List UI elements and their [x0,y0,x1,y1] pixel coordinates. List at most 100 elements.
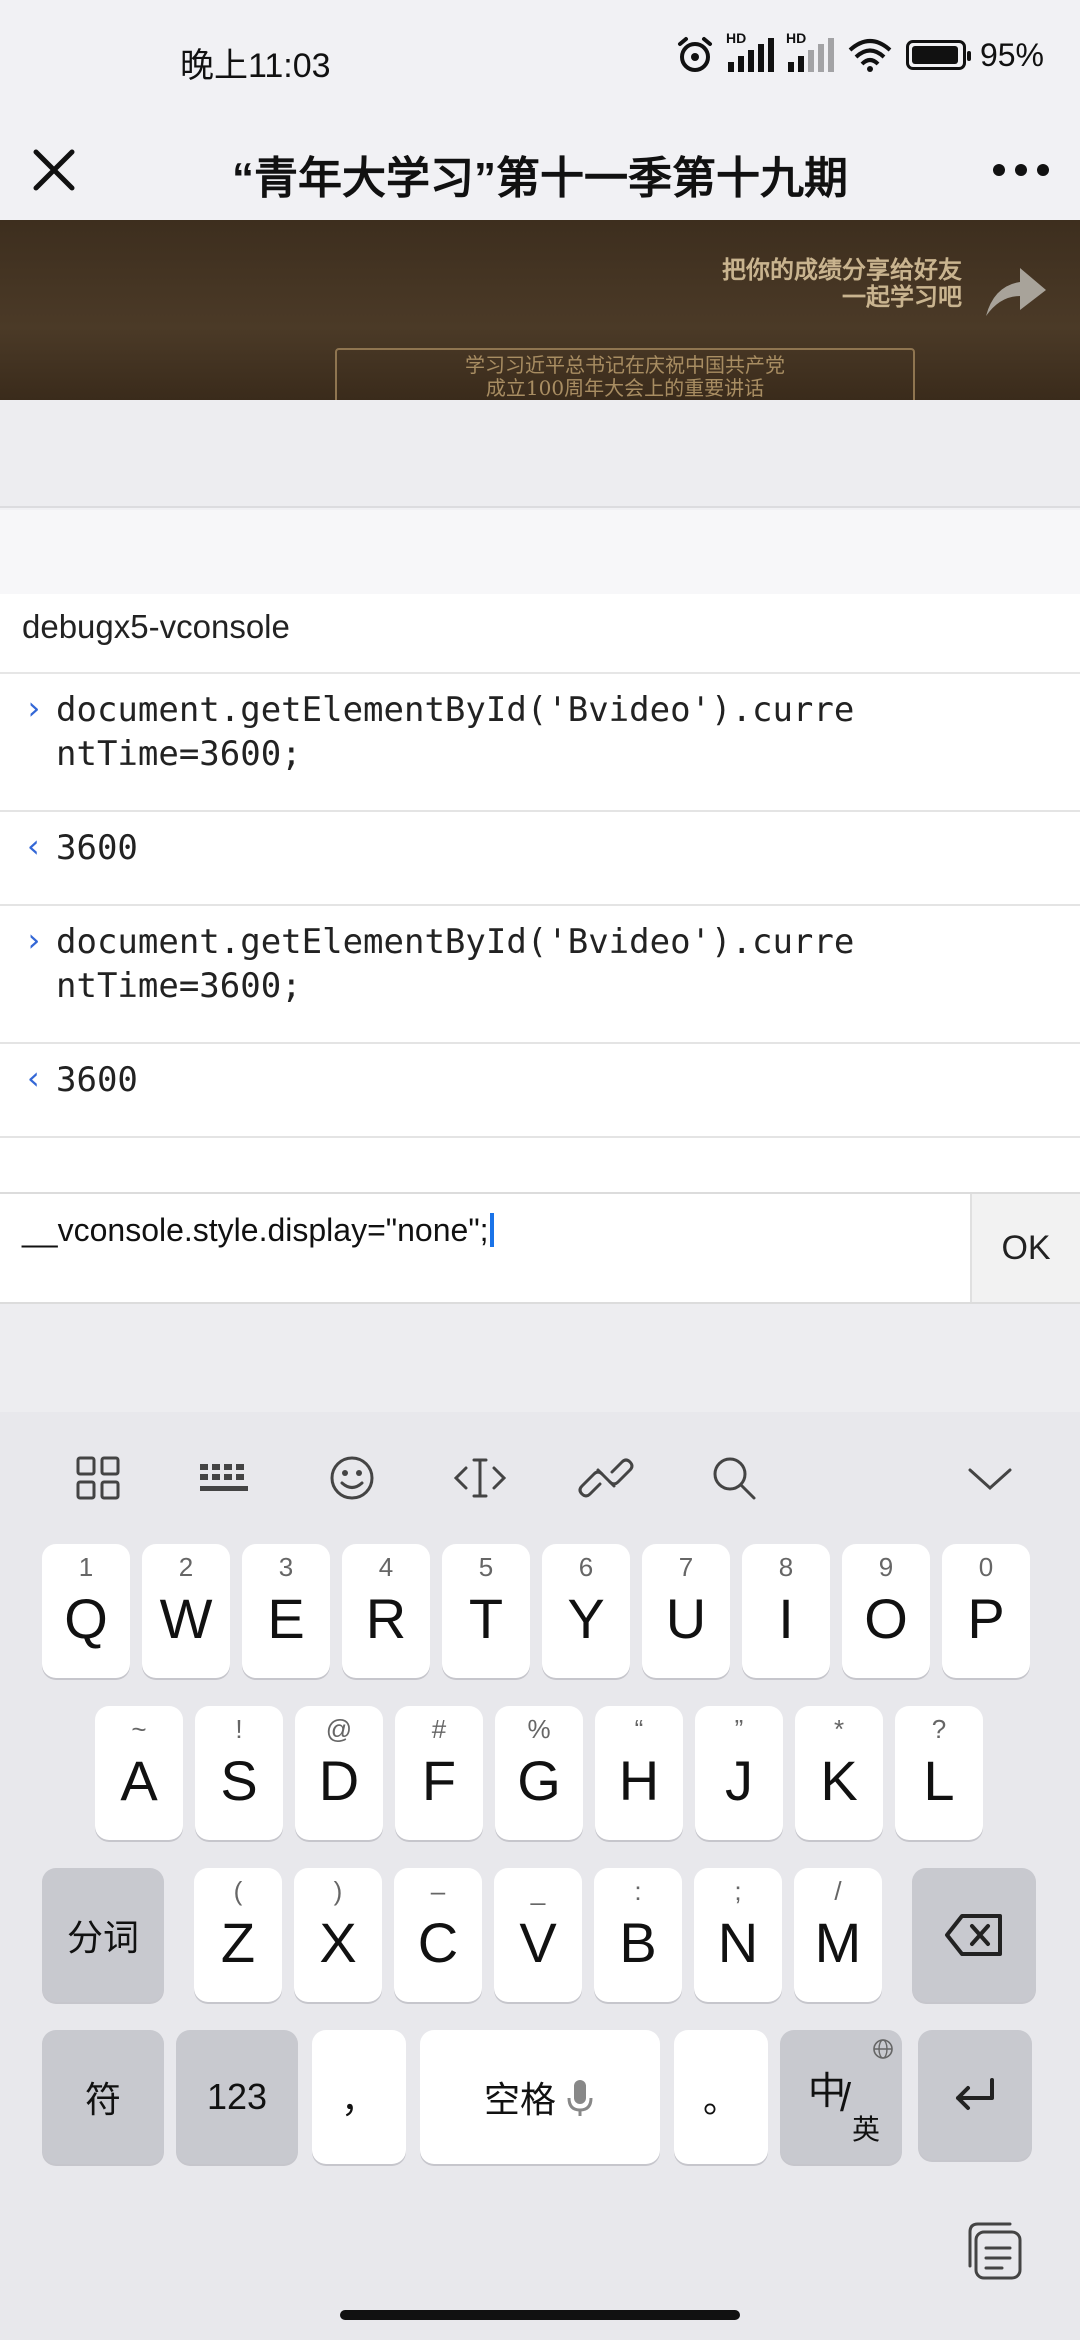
key-t[interactable]: 5T [442,1544,530,1678]
emoji-icon[interactable] [324,1450,380,1506]
comma-key[interactable]: ， [312,2030,406,2164]
soft-keyboard: 1Q2W3E4R5T6Y7U8I9O0P ~ A! S @ D # F% G “H” J * K? L … [0,1412,1080,2340]
key-a[interactable]: ~ A [95,1706,183,1840]
enter-icon [956,2078,994,2110]
key-letter: E [267,1587,305,1650]
more-icon[interactable] [986,140,1056,200]
key-letter: D [318,1749,360,1812]
command-caret-icon: › [24,921,44,959]
key-hint: 0 [978,1552,994,1582]
console-header-pad [0,510,1080,594]
signal-2-icon: HD [786,30,834,72]
key-m[interactable]: / M [794,1868,882,2002]
share-text: 把你的成绩分享给好友 一起学习吧 [722,255,962,311]
key-q[interactable]: 1Q [42,1544,130,1678]
key-letter: G [517,1749,561,1812]
battery-icon [905,40,971,70]
status-icons: HD HD 95% [676,30,1044,74]
key-hint: 5 [478,1552,494,1582]
key-s[interactable]: ! S [195,1706,283,1840]
key-letter: H [618,1749,660,1812]
key-p[interactable]: 0P [942,1544,1030,1678]
key-z[interactable]: (Z [194,1868,282,2002]
key-f[interactable]: # F [395,1706,483,1840]
key-hint: ” [734,1714,744,1744]
text-cursor [489,1213,494,1247]
microphone-icon[interactable] [566,2078,594,2118]
ok-button[interactable]: OK [970,1194,1080,1302]
key-c[interactable]: – C [394,1868,482,2002]
key-j[interactable]: ” J [695,1706,783,1840]
nav-bar: “青年大学习”第十一季第十九期 [0,120,1080,220]
console-title: debugx5-vconsole [0,594,1080,674]
key-letter: N [717,1911,759,1974]
key-l[interactable]: ? L [895,1706,983,1840]
key-letter: C [417,1911,459,1974]
key-letter: L [923,1749,955,1812]
log-row[interactable]: ‹ 3600 [0,812,1080,906]
keyboard-layout-icon[interactable] [196,1450,252,1506]
segment-key[interactable]: 分词 [42,1868,164,2002]
key-letter: T [468,1587,504,1650]
backspace-key[interactable] [912,1868,1036,2002]
key-o[interactable]: 9O [842,1544,930,1678]
close-icon[interactable] [24,140,84,200]
enter-key[interactable] [918,2030,1032,2160]
wifi-icon [848,39,892,72]
symbol-key[interactable]: 符 [42,2030,164,2164]
key-u[interactable]: 7U [642,1544,730,1678]
key-hint: “ [634,1714,644,1744]
key-y[interactable]: 6Y [542,1544,630,1678]
space-key[interactable]: 空格 [420,2030,660,2164]
grid-menu-icon[interactable] [70,1450,126,1506]
language-toggle-key[interactable]: 中 / 英 [780,2030,902,2164]
key-letter: S [220,1749,258,1812]
command-input[interactable]: __vconsole.style.display="none"; [22,1212,962,1252]
number-key[interactable]: 123 [176,2030,298,2164]
banner-quote: 学习习近平总书记在庆祝中国共产党 成立100周年大会上的重要讲话 [335,348,915,400]
key-letter: K [820,1749,858,1812]
key-i[interactable]: 8I [742,1544,830,1678]
key-v[interactable]: _ V [494,1868,582,2002]
share-banner[interactable]: 把你的成绩分享给好友 一起学习吧 学习习近平总书记在庆祝中国共产党 成立100周… [0,220,1080,400]
clipboard-icon[interactable] [962,2218,1028,2284]
key-k[interactable]: * K [795,1706,883,1840]
period-key[interactable]: 。 [674,2030,768,2164]
status-time: 晚上11:03 [180,47,331,85]
battery-percent: 95% [979,36,1044,73]
key-w[interactable]: 2W [142,1544,230,1678]
clipboard-link-icon[interactable] [578,1450,634,1506]
key-hint: ; [734,1876,742,1906]
search-icon[interactable] [706,1450,762,1506]
key-letter: F [421,1749,457,1812]
home-indicator[interactable] [340,2310,740,2320]
alarm-icon [677,37,712,72]
page-title: “青年大学习”第十一季第十九期 [232,154,848,203]
signal-1-icon: HD [726,30,774,72]
status-bar: 晚上11:03 HD HD 95% [0,0,1080,120]
cursor-move-icon[interactable] [452,1450,508,1506]
key-e[interactable]: 3E [242,1544,330,1678]
log-text: 3600 [56,828,138,868]
key-hint: 4 [378,1552,394,1582]
key-hint: ? [931,1714,947,1744]
collapse-keyboard-icon[interactable] [962,1450,1018,1506]
key-hint: # [431,1714,447,1744]
key-x[interactable]: ) X [294,1868,382,2002]
key-r[interactable]: 4R [342,1544,430,1678]
key-letter: I [778,1587,794,1650]
log-row[interactable]: › document.getElementById('Bvideo').curr… [0,674,1080,812]
key-letter: M [814,1911,862,1974]
key-b[interactable]: :B [594,1868,682,2002]
key-hint: ! [235,1714,243,1744]
log-spacer [0,1138,1080,1196]
key-d[interactable]: @ D [295,1706,383,1840]
log-row[interactable]: › document.getElementById('Bvideo').curr… [0,906,1080,1044]
key-h[interactable]: “H [595,1706,683,1840]
log-row[interactable]: ‹ 3600 [0,1044,1080,1138]
share-arrow-icon[interactable] [980,260,1050,320]
key-hint: 6 [578,1552,594,1582]
key-g[interactable]: % G [495,1706,583,1840]
backspace-icon [945,1914,1002,1956]
key-n[interactable]: ; N [694,1868,782,2002]
